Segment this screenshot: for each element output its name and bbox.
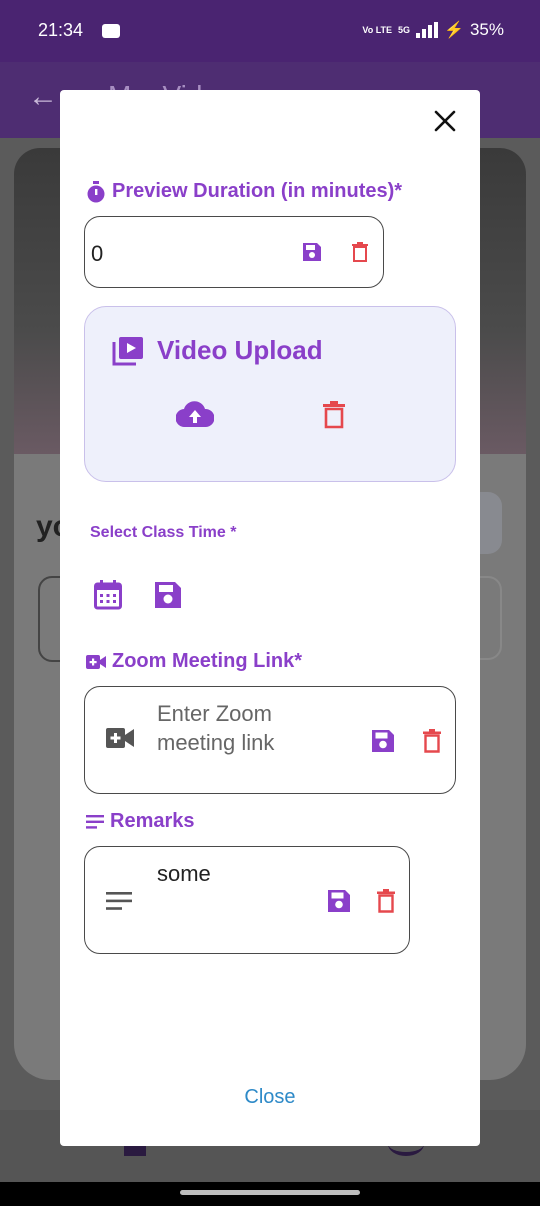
remarks-field[interactable]: some (84, 846, 410, 954)
video-upload-card: Video Upload (84, 306, 456, 482)
video-upload-title: Video Upload (157, 335, 323, 365)
class-time-label: Select Class Time * (90, 524, 236, 542)
signal-icon (416, 22, 439, 38)
delete-icon[interactable] (373, 887, 399, 915)
cloud-upload-icon[interactable] (175, 399, 215, 429)
edit-class-dialog: Preview Duration (in minutes)* 0 Video U… (60, 90, 480, 1146)
delete-icon[interactable] (419, 727, 445, 755)
zoom-link-field[interactable]: Enter Zoom meeting link (84, 686, 456, 794)
calendar-icon[interactable] (92, 578, 124, 612)
battery-level: 35% (469, 20, 504, 39)
video-camera-icon (86, 654, 106, 669)
notes-icon (86, 814, 104, 829)
gesture-bar (0, 1182, 540, 1206)
back-arrow-icon: ← (28, 80, 58, 113)
gesture-handle[interactable] (180, 1190, 360, 1195)
preview-duration-field[interactable]: 0 (84, 216, 384, 288)
remarks-label: Remarks (86, 810, 195, 833)
save-icon[interactable] (369, 727, 397, 755)
save-icon[interactable] (325, 887, 353, 915)
save-icon[interactable] (299, 239, 325, 265)
charging-icon: ⚡ (444, 22, 464, 39)
preview-duration-label: Preview Duration (in minutes)* (86, 180, 402, 203)
video-camera-icon (105, 727, 135, 749)
close-icon[interactable] (430, 106, 460, 136)
status-bar: 21:34 Vo LTE 5G ⚡ 35% (0, 0, 540, 62)
video-library-icon (111, 335, 145, 367)
remarks-value[interactable]: some (157, 861, 211, 887)
save-icon[interactable] (152, 578, 184, 612)
class-time-label-text: Select Class Time * (90, 524, 237, 541)
close-button[interactable]: Close (60, 1086, 480, 1109)
zoom-link-placeholder[interactable]: Enter Zoom meeting link (157, 699, 317, 757)
status-indicators: Vo LTE 5G ⚡ 35% (362, 20, 504, 40)
notification-icon (102, 24, 120, 38)
preview-duration-value[interactable]: 0 (91, 241, 103, 267)
timer-icon (87, 180, 105, 202)
zoom-link-label-text: Zoom Meeting Link* (112, 650, 302, 672)
notes-icon (105, 891, 133, 911)
delete-icon[interactable] (319, 399, 349, 431)
delete-icon[interactable] (347, 239, 373, 265)
remarks-label-text: Remarks (110, 810, 195, 832)
status-time: 21:34 (38, 20, 84, 40)
volte-indicator: Vo LTE (362, 24, 393, 35)
zoom-link-label: Zoom Meeting Link* (86, 650, 302, 673)
preview-duration-label-text: Preview Duration (in minutes)* (112, 180, 403, 202)
network-indicator: 5G (398, 24, 411, 35)
